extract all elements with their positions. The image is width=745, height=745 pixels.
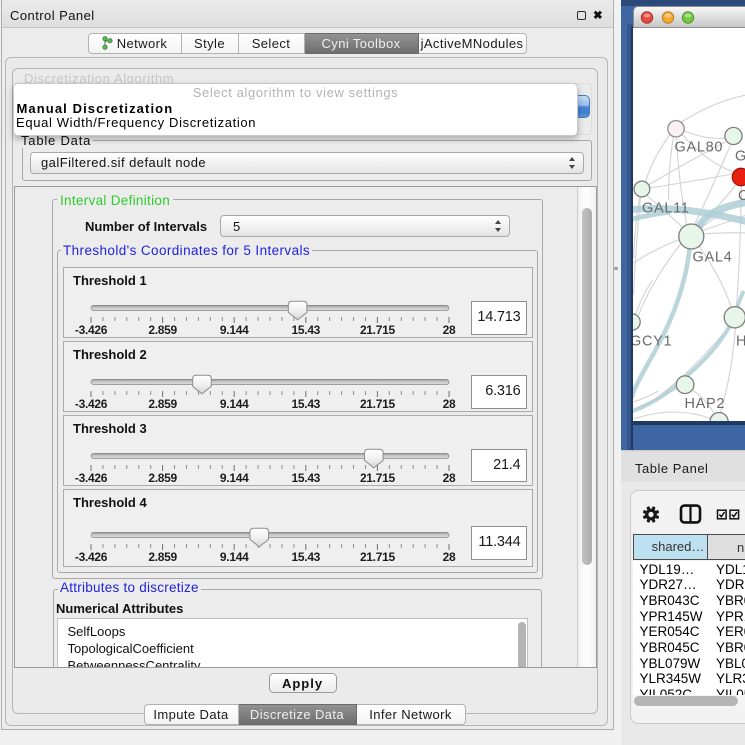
svg-text:9.144: 9.144 <box>220 471 249 485</box>
svg-text:15.43: 15.43 <box>292 323 321 337</box>
svg-text:HAP2: HAP2 <box>684 396 725 412</box>
svg-text:H: H <box>736 334 745 350</box>
svg-text:28: 28 <box>443 397 456 411</box>
svg-text:-3.426: -3.426 <box>75 550 108 564</box>
svg-text:GAL80: GAL80 <box>674 140 723 156</box>
svg-text:21.715: 21.715 <box>360 550 396 564</box>
svg-text:15.43: 15.43 <box>292 471 321 485</box>
svg-text:21.715: 21.715 <box>360 471 396 485</box>
svg-text:21.715: 21.715 <box>360 323 396 337</box>
svg-text:9.144: 9.144 <box>220 550 249 564</box>
svg-text:-3.426: -3.426 <box>75 397 108 411</box>
svg-text:28: 28 <box>443 550 456 564</box>
svg-text:9.144: 9.144 <box>220 397 249 411</box>
svg-text:-3.426: -3.426 <box>75 323 108 337</box>
svg-text:GA: GA <box>735 149 745 165</box>
svg-text:2.859: 2.859 <box>148 397 177 411</box>
svg-text:C: C <box>738 188 745 204</box>
svg-text:15.43: 15.43 <box>292 397 321 411</box>
svg-text:GAL11: GAL11 <box>642 201 690 217</box>
svg-text:2.859: 2.859 <box>148 323 177 337</box>
svg-text:21.715: 21.715 <box>360 397 396 411</box>
svg-text:-3.426: -3.426 <box>75 471 108 485</box>
svg-text:9.144: 9.144 <box>220 323 249 337</box>
svg-text:GAL4: GAL4 <box>692 250 732 266</box>
svg-text:28: 28 <box>443 323 456 337</box>
svg-text:GCY1: GCY1 <box>633 334 672 350</box>
svg-text:2.859: 2.859 <box>148 550 177 564</box>
svg-text:15.43: 15.43 <box>292 550 321 564</box>
svg-text:28: 28 <box>443 471 456 485</box>
svg-text:2.859: 2.859 <box>148 471 177 485</box>
